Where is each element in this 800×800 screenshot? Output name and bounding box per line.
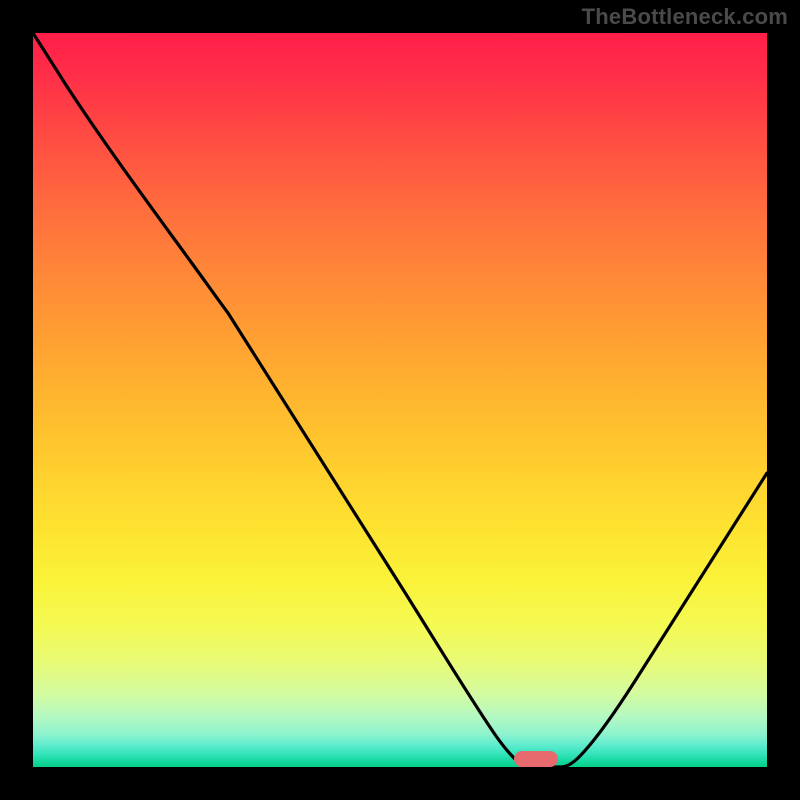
optimal-point-marker xyxy=(514,751,558,767)
curve-path xyxy=(33,33,767,767)
plot-area xyxy=(33,33,767,767)
bottleneck-curve xyxy=(33,33,767,767)
watermark-text: TheBottleneck.com xyxy=(582,4,788,30)
chart-frame: TheBottleneck.com xyxy=(0,0,800,800)
